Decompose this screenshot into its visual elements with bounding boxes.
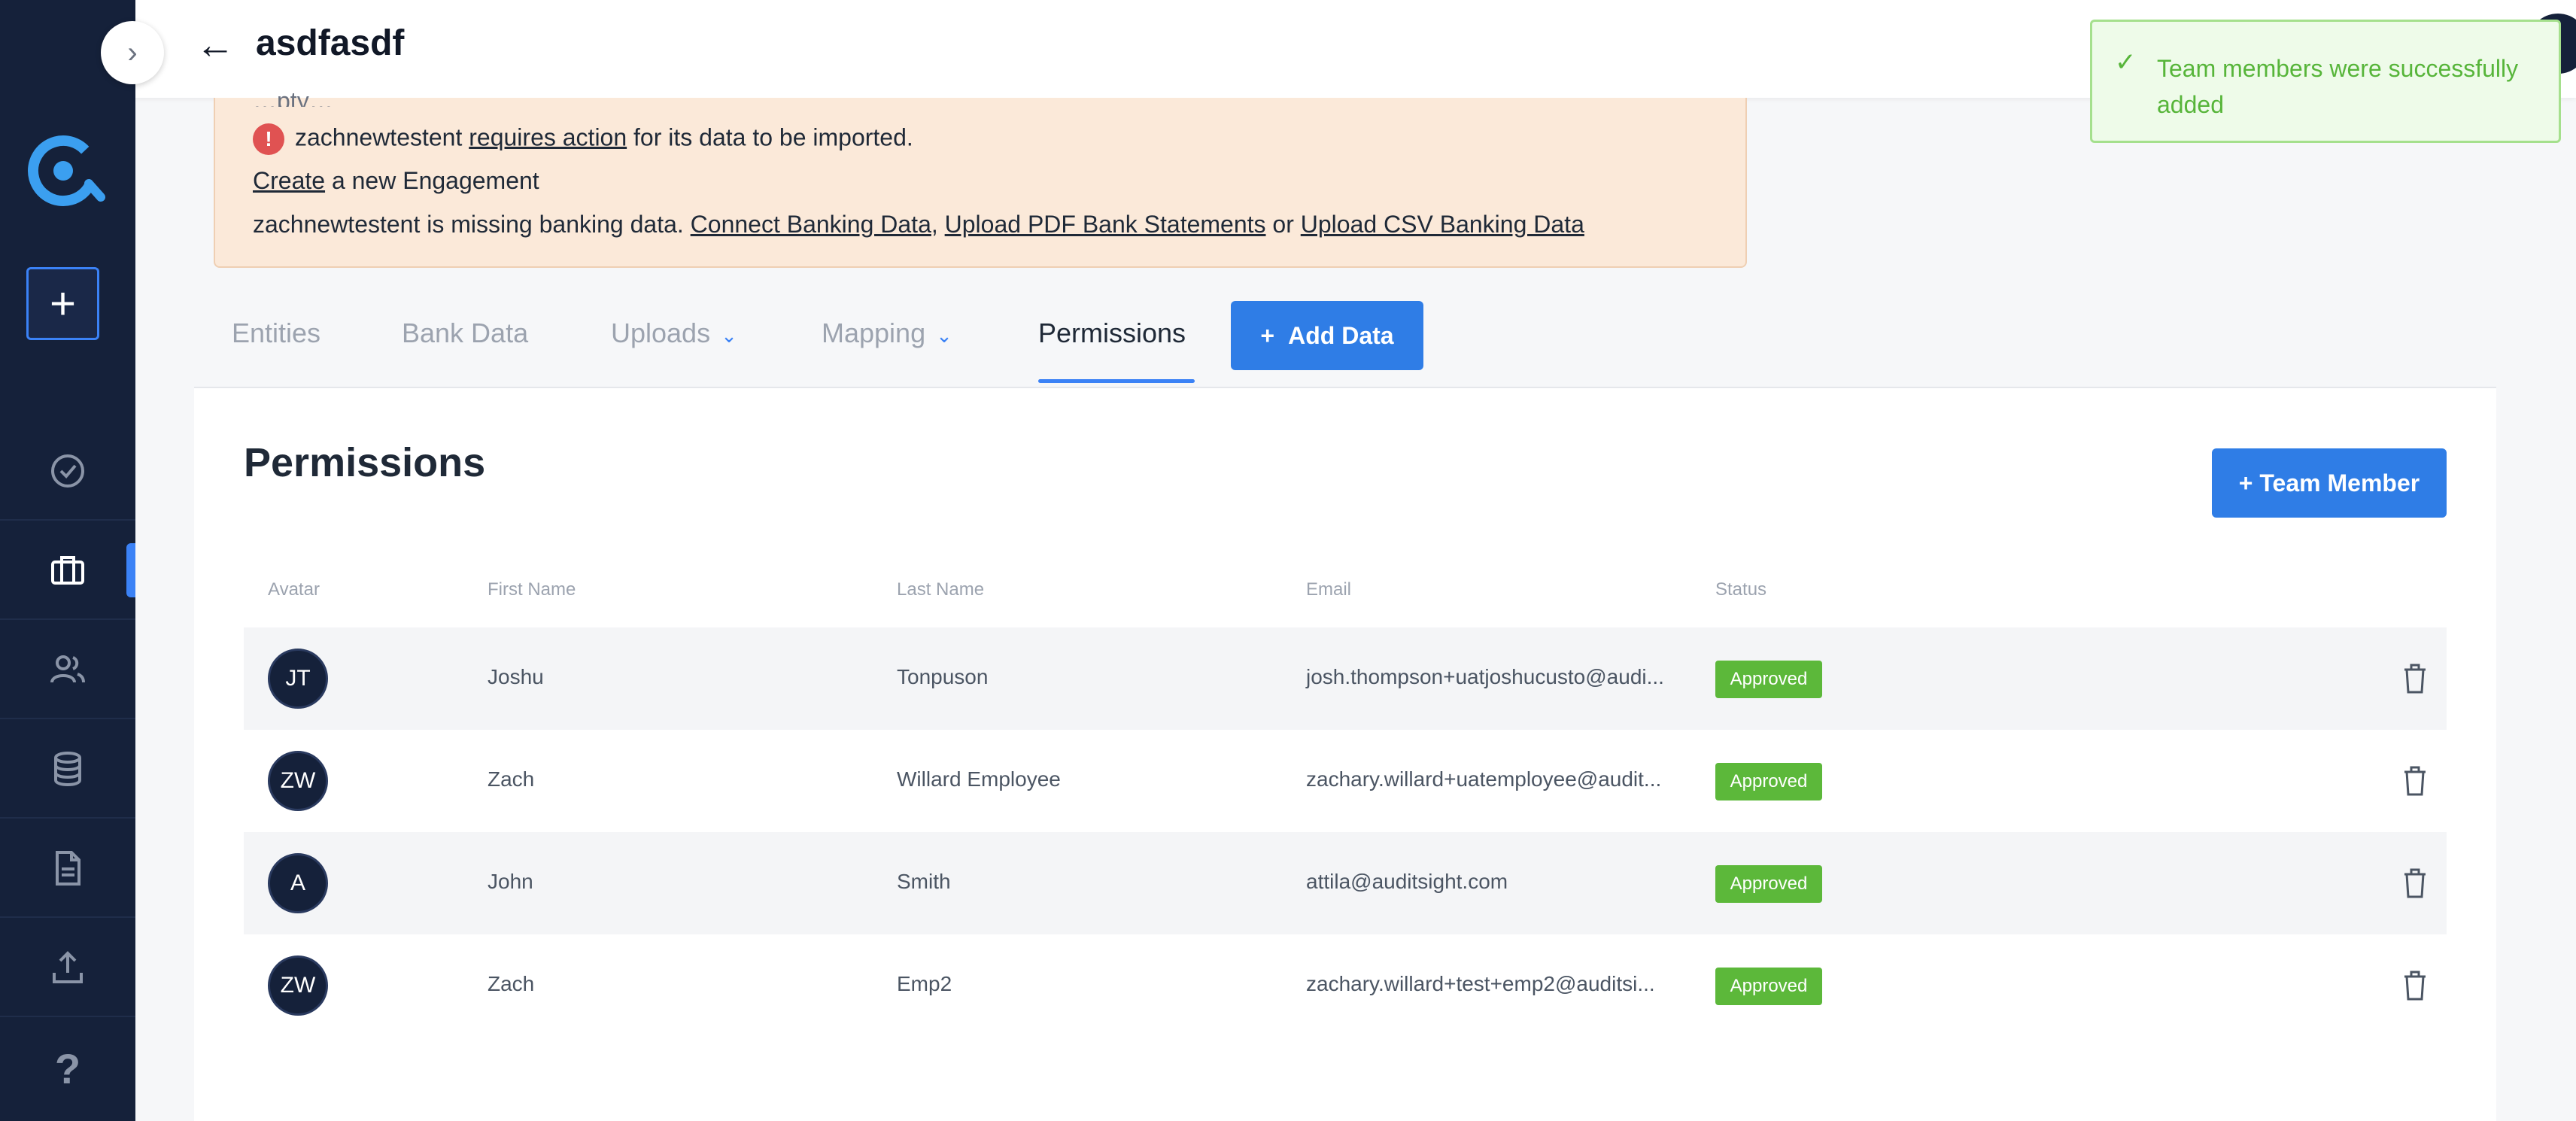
email-cell: josh.thompson+uatjoshucusto@audi... [1306, 665, 1664, 688]
sidebar-item-database[interactable] [0, 721, 135, 819]
chevron-down-icon: ⌄ [936, 324, 952, 347]
alert-line-banking: zachnewtestent is missing banking data. … [253, 211, 1584, 238]
alert-panel: …pty… ! zachnewtestent requires action fo… [214, 87, 1747, 268]
alert-line-create: Create a new Engagement [253, 167, 539, 195]
trash-icon[interactable] [2400, 968, 2430, 1004]
first-name-cell: Joshu [488, 665, 544, 688]
last-name-cell: Smith [897, 870, 951, 893]
trash-icon[interactable] [2400, 763, 2430, 799]
trash-icon[interactable] [2400, 865, 2430, 901]
trash-icon[interactable] [2400, 661, 2430, 697]
add-team-member-button[interactable]: + Team Member [2212, 448, 2447, 518]
plus-icon: + [1260, 321, 1275, 349]
sidebar-item-upload[interactable] [0, 919, 135, 1017]
alert-cut-text: …pty… [253, 87, 333, 107]
last-name-cell: Tonpuson [897, 665, 989, 688]
document-icon [56, 851, 80, 886]
sidebar-active-indicator [126, 543, 135, 597]
last-name-cell: Emp2 [897, 972, 952, 995]
email-cell: zachary.willard+test+emp2@auditsi... [1306, 972, 1655, 995]
email-cell: zachary.willard+uatemployee@audit... [1306, 767, 1662, 791]
avatar: A [268, 853, 328, 913]
sidebar-item-tasks[interactable] [0, 423, 135, 521]
check-circle-icon [51, 454, 84, 488]
tab-entities[interactable]: Entities [232, 317, 320, 349]
requires-action-link[interactable]: requires action [469, 123, 627, 150]
alert-text: for its data to be imported. [633, 123, 913, 151]
upload-icon [53, 951, 83, 983]
sidebar-item-documents[interactable] [0, 820, 135, 918]
first-name-cell: Zach [488, 972, 535, 995]
add-data-label: Add Data [1288, 321, 1394, 349]
table-row: A John Smith attila@auditsight.com Appro… [244, 832, 2447, 934]
upload-pdf-link[interactable]: Upload PDF Bank Statements [945, 211, 1266, 238]
sidebar-item-users[interactable] [0, 621, 135, 719]
permissions-card: Permissions + Team Member Avatar First N… [194, 388, 2496, 1121]
toast-message: Team members were successfully added [2157, 55, 2519, 118]
avatar: ZW [268, 751, 328, 811]
alert-text: zachnewtestent is missing banking data. [253, 211, 684, 238]
tab-bank-data[interactable]: Bank Data [402, 317, 528, 349]
back-arrow-icon[interactable]: ← [196, 23, 256, 68]
tab-mapping[interactable]: Mapping ⌄ [822, 317, 952, 349]
alert-or: or [1272, 211, 1294, 238]
users-icon [50, 655, 85, 683]
first-name-cell: Zach [488, 767, 535, 791]
avatar: JT [268, 649, 328, 709]
table-row: ZW Zach Willard Employee zachary.willard… [244, 730, 2447, 832]
status-badge: Approved [1715, 865, 1822, 903]
column-header-avatar: Avatar [268, 579, 320, 600]
error-icon: ! [253, 123, 284, 155]
tab-label: Uploads [611, 317, 711, 348]
table-row: ZW Zach Emp2 zachary.willard+test+emp2@a… [244, 934, 2447, 1037]
app-logo-icon[interactable] [20, 129, 110, 212]
active-tab-indicator [1038, 379, 1195, 383]
section-title: Permissions [244, 440, 486, 485]
upload-csv-link[interactable]: Upload CSV Banking Data [1301, 211, 1584, 238]
first-name-cell: John [488, 870, 533, 893]
status-badge: Approved [1715, 763, 1822, 800]
avatar: ZW [268, 955, 328, 1016]
email-cell: attila@auditsight.com [1306, 870, 1508, 893]
add-new-button[interactable]: + [26, 267, 99, 340]
sidebar-item-engagements[interactable] [0, 522, 135, 620]
last-name-cell: Willard Employee [897, 767, 1061, 791]
column-header-email: Email [1306, 579, 1352, 600]
success-toast: ✓ Team members were successfully added [2090, 20, 2561, 143]
tab-label: Permissions [1038, 317, 1186, 348]
table-row: JT Joshu Tonpuson josh.thompson+uatjoshu… [244, 627, 2447, 730]
tab-permissions[interactable]: Permissions [1038, 317, 1186, 349]
briefcase-icon [51, 556, 84, 585]
column-header-status: Status [1715, 579, 1767, 600]
status-badge: Approved [1715, 968, 1822, 1005]
create-engagement-link[interactable]: Create [253, 167, 325, 194]
tab-bar: Entities Bank Data Uploads ⌄ Mapping ⌄ Per… [194, 301, 2496, 388]
check-icon: ✓ [2115, 48, 2137, 77]
tab-label: Bank Data [402, 317, 529, 348]
column-header-first-name: First Name [488, 579, 576, 600]
tab-uploads[interactable]: Uploads ⌄ [611, 317, 737, 349]
column-header-last-name: Last Name [897, 579, 985, 600]
tab-label: Mapping [822, 317, 926, 348]
connect-banking-link[interactable]: Connect Banking Data [691, 211, 931, 238]
status-badge: Approved [1715, 661, 1822, 698]
tab-label: Entities [232, 317, 321, 348]
help-icon[interactable]: ? [0, 1023, 135, 1113]
chevron-down-icon: ⌄ [721, 324, 737, 347]
page-title: asdfasdf [256, 23, 405, 63]
alert-text: a new Engagement [331, 167, 539, 194]
sidebar-collapse-button[interactable]: › [101, 21, 164, 84]
alert-line-requires-action: ! zachnewtestent requires action for its … [253, 123, 913, 155]
alert-entity-name: zachnewtestent [295, 123, 463, 151]
database-icon [54, 752, 81, 786]
sidebar: + ? [0, 0, 135, 1121]
add-data-button[interactable]: + Add Data [1231, 301, 1423, 370]
alert-comma: , [931, 211, 938, 238]
